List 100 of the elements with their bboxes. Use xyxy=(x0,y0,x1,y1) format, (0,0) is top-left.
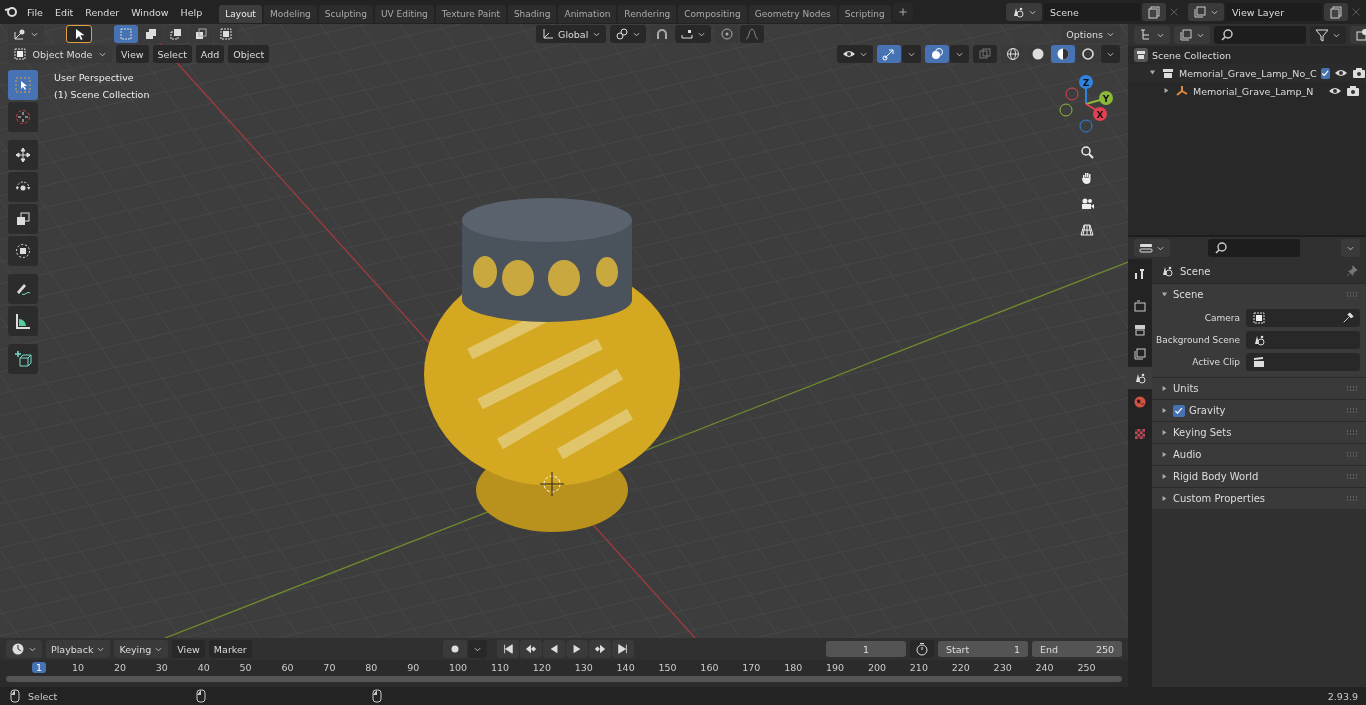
checkbox[interactable] xyxy=(1173,404,1185,417)
add-workspace-button[interactable] xyxy=(892,3,913,21)
frame-number: 140 xyxy=(615,661,636,673)
tools-icon xyxy=(1133,267,1147,281)
workspace-tab[interactable]: Compositing xyxy=(678,5,747,23)
visibility-dropdown[interactable] xyxy=(837,45,873,63)
exclude-checkbox[interactable] xyxy=(1320,67,1330,79)
workspace-tab[interactable]: Animation xyxy=(558,5,617,23)
proportional-edit-toggle[interactable] xyxy=(714,25,739,43)
tool-button[interactable] xyxy=(8,344,38,374)
falloff-curve-icon xyxy=(744,27,759,41)
playback-button[interactable] xyxy=(520,640,543,658)
view-layer-dropdown[interactable] xyxy=(1174,26,1210,44)
tool-button[interactable] xyxy=(8,274,38,304)
collection-box-icon xyxy=(1134,48,1148,62)
selection-mode-button[interactable] xyxy=(139,25,163,43)
header-menu[interactable]: Select xyxy=(152,45,192,63)
menu-item[interactable]: Window xyxy=(126,4,174,20)
header-menu[interactable]: Add xyxy=(195,45,225,63)
playback-button[interactable] xyxy=(589,640,612,658)
search-field[interactable] xyxy=(1214,26,1306,44)
tool-button[interactable] xyxy=(8,204,38,234)
shading-mode-button[interactable] xyxy=(1026,45,1050,63)
navigation-gizmo[interactable]: Z Y X xyxy=(1054,70,1120,136)
tool-button[interactable] xyxy=(8,306,38,336)
selection-mode-icon xyxy=(169,27,183,41)
workspace-tab[interactable]: Scripting xyxy=(838,5,891,23)
tool-button[interactable] xyxy=(8,236,38,266)
playback-button[interactable] xyxy=(566,640,589,658)
close-icon xyxy=(1350,6,1362,18)
record-button[interactable] xyxy=(443,640,468,658)
timeline-menu[interactable]: Keying xyxy=(114,640,169,658)
header-menu[interactable]: Object xyxy=(228,45,270,63)
workspace-tab[interactable]: Rendering xyxy=(618,5,677,23)
workspace-tab[interactable]: Shading xyxy=(507,5,557,23)
panel-title[interactable]: Keying Sets xyxy=(1173,427,1232,438)
timeline-menu[interactable]: Playback xyxy=(46,640,111,658)
start-frame-value[interactable]: 1 xyxy=(1013,643,1020,655)
timeline-menu[interactable]: View xyxy=(172,640,205,658)
object-box-icon xyxy=(13,47,27,61)
mode-dropdown[interactable]: Object Mode xyxy=(8,45,112,63)
view-layer-browse-button[interactable] xyxy=(1188,3,1224,21)
new-scene-button[interactable] xyxy=(1142,3,1166,21)
gizmo-toggle[interactable] xyxy=(877,45,901,63)
jump-start-icon xyxy=(502,643,515,655)
workspace-tab[interactable]: Geometry Nodes xyxy=(748,5,837,23)
workspace-tab[interactable]: Layout xyxy=(219,5,262,23)
menu-item[interactable]: Render xyxy=(80,4,125,20)
xray-toggle[interactable] xyxy=(973,45,997,63)
auto-keying-button[interactable] xyxy=(910,640,934,658)
pivot-dropdown[interactable] xyxy=(609,25,646,43)
outliner-item[interactable]: Memorial_Grave_Lamp_N xyxy=(1193,85,1324,97)
frame-number: 70 xyxy=(322,661,337,673)
options-dropdown[interactable]: Options xyxy=(1061,25,1120,43)
object-field[interactable] xyxy=(1246,331,1360,349)
outliner-item[interactable]: Scene Collection xyxy=(1152,49,1360,61)
header-menu[interactable]: View xyxy=(116,45,149,63)
playback-button[interactable] xyxy=(497,640,520,658)
shading-mode-button[interactable] xyxy=(1051,45,1075,63)
menu-item[interactable]: Help xyxy=(175,4,208,20)
orientation-dropdown[interactable]: Global xyxy=(535,25,606,43)
select-tool-button[interactable] xyxy=(66,25,92,43)
menu-item[interactable]: File xyxy=(22,4,48,20)
end-frame-value[interactable]: 250 xyxy=(1095,643,1114,655)
editor-type-button[interactable] xyxy=(8,25,44,43)
new-view-layer-button[interactable] xyxy=(1324,3,1348,21)
editor-type-button[interactable] xyxy=(1134,239,1170,257)
object-field[interactable] xyxy=(1246,309,1360,327)
tool-button[interactable] xyxy=(8,172,38,202)
overlay-toggle[interactable] xyxy=(925,45,949,63)
workspace-tab[interactable]: UV Editing xyxy=(374,5,434,23)
current-frame-field[interactable]: 1 xyxy=(826,641,906,657)
display-mode-dropdown[interactable] xyxy=(1134,26,1170,44)
workspace-tab[interactable]: Texture Paint xyxy=(435,5,506,23)
outliner-item[interactable]: Memorial_Grave_Lamp_No_C xyxy=(1179,67,1317,79)
panel-title[interactable]: Scene xyxy=(1173,289,1204,300)
panel-title[interactable]: Gravity xyxy=(1189,405,1226,416)
view-layer-field[interactable]: View Layer xyxy=(1226,3,1322,21)
filter-dropdown[interactable] xyxy=(1310,26,1346,44)
menu-item[interactable]: Edit xyxy=(49,4,79,20)
playback-button[interactable] xyxy=(543,640,566,658)
workspace-tab[interactable]: Sculpting xyxy=(318,5,373,23)
falloff-dropdown[interactable] xyxy=(739,25,764,43)
scene-browse-button[interactable] xyxy=(1006,3,1042,21)
object-field[interactable] xyxy=(1246,353,1360,371)
editor-type-button[interactable] xyxy=(6,640,42,658)
scene-name-field[interactable]: Scene xyxy=(1044,3,1140,21)
snap-target-dropdown[interactable] xyxy=(674,25,711,43)
previous-keyframe-icon xyxy=(525,643,538,655)
search-icon xyxy=(1214,241,1228,255)
search-field[interactable] xyxy=(1208,239,1300,257)
panel-title[interactable]: Units xyxy=(1173,383,1199,394)
scrollbar[interactable] xyxy=(6,676,1122,682)
panel-title[interactable]: Audio xyxy=(1173,449,1202,460)
playback-button[interactable] xyxy=(612,640,635,658)
tool-button[interactable] xyxy=(8,140,38,170)
lamp-model-drawing[interactable] xyxy=(424,198,680,532)
timeline-menu[interactable]: Marker xyxy=(208,640,252,658)
workspace-tab[interactable]: Modeling xyxy=(263,5,317,23)
snap-toggle[interactable] xyxy=(649,25,674,43)
